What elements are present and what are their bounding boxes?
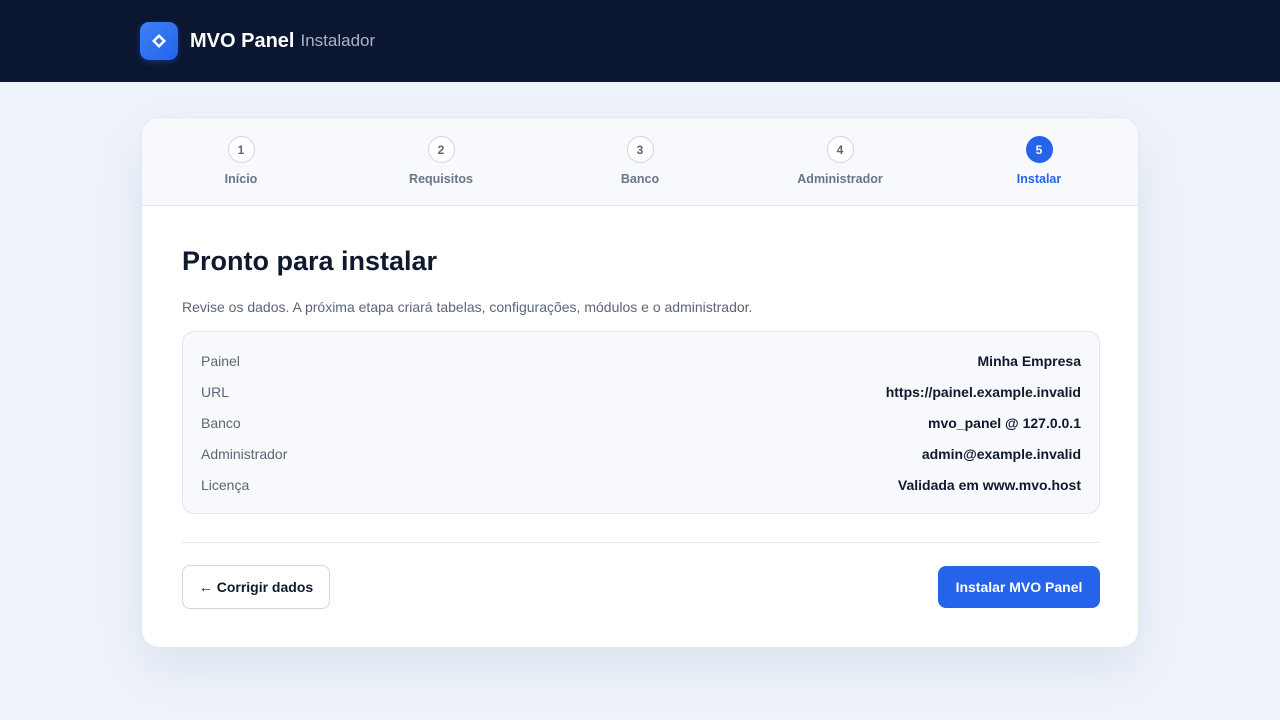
step-label: Requisitos xyxy=(409,172,473,186)
summary-label: Painel xyxy=(201,352,240,369)
summary-row-licenca: Licença Validada em www.mvo.host xyxy=(201,469,1081,500)
summary-value: Minha Empresa xyxy=(977,352,1081,369)
summary-row-administrador: Administrador admin@example.invalid xyxy=(201,438,1081,469)
step-number: 1 xyxy=(227,136,255,163)
step-label: Início xyxy=(224,172,258,186)
step-number: 3 xyxy=(626,136,654,163)
summary-row-painel: Painel Minha Empresa xyxy=(201,345,1081,376)
summary-label: Licença xyxy=(201,476,250,493)
diamond-icon xyxy=(140,22,178,60)
back-button[interactable]: ← Corrigir dados xyxy=(182,565,330,609)
step-requisitos: 2 Requisitos xyxy=(361,136,521,186)
summary-label: Administrador xyxy=(201,445,288,462)
step-inicio: 1 Início xyxy=(161,136,321,186)
top-bar: MVO Panel Instalador xyxy=(0,0,1280,82)
summary-label: Banco xyxy=(201,414,241,431)
step-label: Instalar xyxy=(1016,172,1062,186)
install-button[interactable]: Instalar MVO Panel xyxy=(938,566,1100,608)
summary-label: URL xyxy=(201,383,230,400)
page-title: Pronto para instalar xyxy=(182,246,438,276)
step-label: Banco xyxy=(620,172,660,186)
step-label: Administrador xyxy=(797,172,883,186)
summary-value: https://painel.example.invalid xyxy=(885,383,1081,400)
step-number: 4 xyxy=(826,136,854,163)
step-instalar: 5 Instalar xyxy=(959,136,1119,186)
step-number: 2 xyxy=(427,136,455,163)
summary-panel: Painel Minha Empresa URL https://painel.… xyxy=(182,331,1100,514)
step-number: 5 xyxy=(1025,136,1053,163)
stepper: 1 Início 2 Requisitos 3 Banco 4 Administ… xyxy=(142,118,1138,206)
installer-card: 1 Início 2 Requisitos 3 Banco 4 Administ… xyxy=(141,117,1139,648)
divider xyxy=(182,542,1100,543)
brand-subtitle: Instalador xyxy=(300,31,376,50)
step-administrador: 4 Administrador xyxy=(760,136,920,186)
step-banco: 3 Banco xyxy=(560,136,720,186)
brand: MVO Panel Instalador xyxy=(140,22,375,60)
page-subtitle: Revise os dados. A próxima etapa criará … xyxy=(182,299,753,315)
summary-value: admin@example.invalid xyxy=(921,445,1081,462)
summary-value: Validada em www.mvo.host xyxy=(897,476,1081,493)
summary-value: mvo_panel @ 127.0.0.1 xyxy=(928,414,1081,431)
summary-row-banco: Banco mvo_panel @ 127.0.0.1 xyxy=(201,407,1081,438)
summary-row-url: URL https://painel.example.invalid xyxy=(201,376,1081,407)
brand-name: MVO Panel xyxy=(190,29,295,52)
